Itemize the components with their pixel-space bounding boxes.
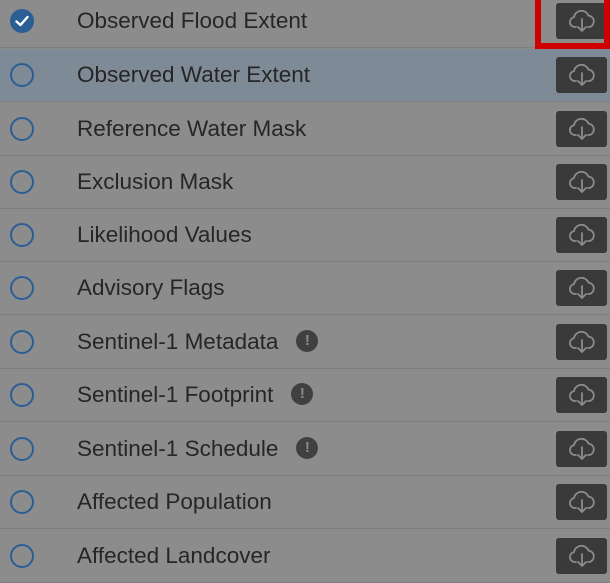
layer-label: Sentinel-1 Schedule!: [77, 436, 319, 462]
download-button[interactable]: [556, 270, 607, 306]
download-button[interactable]: [556, 217, 607, 253]
radio-unchecked-icon[interactable]: [10, 276, 34, 300]
cloud-download-icon: [569, 63, 595, 86]
layer-label: Exclusion Mask: [77, 169, 234, 194]
radio-unchecked-icon[interactable]: [10, 170, 34, 194]
download-button[interactable]: [556, 538, 607, 574]
layer-row-exclusion-mask[interactable]: Exclusion Mask: [0, 156, 610, 209]
layer-row-affected-population[interactable]: Affected Population: [0, 476, 610, 529]
layer-label-text: Sentinel-1 Footprint: [77, 382, 274, 407]
layer-row-sentinel-1-schedule[interactable]: Sentinel-1 Schedule!: [0, 423, 610, 476]
layer-row-likelihood-values[interactable]: Likelihood Values: [0, 209, 610, 262]
radio-unchecked-icon[interactable]: [10, 223, 34, 247]
info-icon[interactable]: !: [296, 330, 319, 353]
layer-label-text: Sentinel-1 Metadata: [77, 329, 279, 354]
radio-unchecked-icon[interactable]: [10, 117, 34, 141]
cloud-download-icon: [569, 437, 595, 460]
layer-label: Affected Population: [77, 489, 272, 514]
download-button[interactable]: [556, 484, 607, 520]
cloud-download-icon: [569, 170, 595, 193]
layer-row-advisory-flags[interactable]: Advisory Flags: [0, 262, 610, 315]
info-icon[interactable]: !: [291, 383, 314, 406]
layer-row-sentinel-1-footprint[interactable]: Sentinel-1 Footprint!: [0, 369, 610, 422]
layer-row-reference-water-mask[interactable]: Reference Water Mask: [0, 103, 610, 156]
layer-label: Reference Water Mask: [77, 116, 307, 141]
download-button[interactable]: [556, 377, 607, 413]
layer-row-affected-landcover[interactable]: Affected Landcover: [0, 530, 610, 583]
radio-unchecked-icon[interactable]: [10, 437, 34, 461]
radio-unchecked-icon[interactable]: [10, 330, 34, 354]
radio-unchecked-icon[interactable]: [10, 63, 34, 87]
radio-unchecked-icon[interactable]: [10, 544, 34, 568]
cloud-download-icon: [569, 117, 595, 140]
layer-label: Observed Flood Extent: [77, 8, 308, 33]
highlight-callout-box: [535, 0, 610, 49]
layer-label-text: Sentinel-1 Schedule: [77, 436, 279, 461]
download-button[interactable]: [556, 324, 607, 360]
download-button[interactable]: [556, 164, 607, 200]
cloud-download-icon: [569, 544, 595, 567]
cloud-download-icon: [569, 490, 595, 513]
layer-label: Likelihood Values: [77, 222, 252, 247]
cloud-download-icon: [569, 330, 595, 353]
layer-label: Advisory Flags: [77, 275, 225, 300]
download-button[interactable]: [556, 431, 607, 467]
layer-list: Observed Flood Extent Observed Water Ext…: [0, 0, 610, 583]
radio-checked-icon[interactable]: [10, 9, 34, 33]
layer-label: Sentinel-1 Footprint!: [77, 382, 314, 408]
layer-row-sentinel-1-metadata[interactable]: Sentinel-1 Metadata!: [0, 316, 610, 369]
info-icon[interactable]: !: [296, 437, 319, 460]
layer-label: Affected Landcover: [77, 543, 271, 568]
cloud-download-icon: [569, 223, 595, 246]
cloud-download-icon: [569, 383, 595, 406]
layer-label: Observed Water Extent: [77, 62, 311, 87]
radio-unchecked-icon[interactable]: [10, 383, 34, 407]
download-button[interactable]: [556, 111, 607, 147]
layer-row-observed-water-extent[interactable]: Observed Water Extent: [0, 49, 610, 102]
radio-unchecked-icon[interactable]: [10, 490, 34, 514]
cloud-download-icon: [569, 276, 595, 299]
layer-row-observed-flood-extent[interactable]: Observed Flood Extent: [0, 0, 610, 49]
layer-label: Sentinel-1 Metadata!: [77, 329, 319, 355]
download-button[interactable]: [556, 57, 607, 93]
